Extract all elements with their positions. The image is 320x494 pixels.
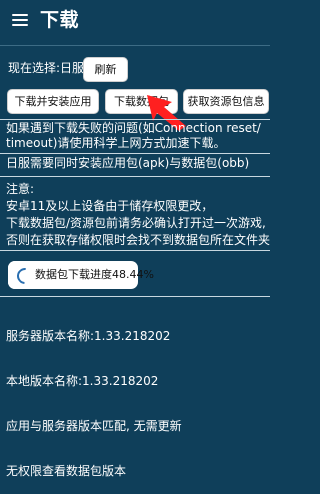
- notice-title: 注意:: [6, 182, 35, 196]
- notice-line: 安卓11及以上设备由于储存权限更改，: [6, 199, 214, 213]
- server-version: 服务器版本名称:1.33.218202: [6, 329, 171, 343]
- hamburger-menu-icon[interactable]: [12, 12, 28, 28]
- progress-label: 数据包下载进度48.44%: [35, 268, 154, 281]
- divider: [0, 153, 270, 154]
- divider: [0, 250, 270, 251]
- data-version-permission: 无权限查看数据包版本: [6, 464, 127, 478]
- download-install-button[interactable]: 下载并安装应用: [7, 89, 99, 114]
- install-requirement-tip: 日服需要同时安装应用包(apk)与数据包(obb): [6, 156, 250, 170]
- notice-line: 下载数据包/资源包前请务必确认打开过一次游戏,: [6, 216, 266, 230]
- current-server-label: 现在选择:日服: [8, 61, 85, 75]
- notice-block: 注意: 安卓11及以上设备由于储存权限更改， 下载数据包/资源包前请务必确认打开…: [6, 182, 271, 248]
- data-download-progress: 数据包下载进度48.44%: [8, 261, 154, 289]
- divider: [0, 119, 270, 120]
- local-version: 本地版本名称:1.33.218202: [6, 374, 159, 388]
- download-actions-row: 下载并安装应用 下载数据包 获取资源包信息: [7, 89, 270, 115]
- version-match-status: 应用与服务器版本匹配, 无需更新: [6, 419, 182, 433]
- download-failure-tip: 如果遇到下载失败的问题(如Connection reset/ timeout)请…: [6, 121, 261, 150]
- divider: [0, 296, 270, 297]
- divider: [0, 176, 270, 177]
- page-title: 下载: [40, 9, 80, 31]
- notice-line: 否则在获取存储权限时会找不到数据包所在文件夹: [6, 233, 271, 247]
- versions-block: 服务器版本名称:1.33.218202 本地版本名称:1.33.218202 应…: [6, 299, 268, 494]
- refresh-button[interactable]: 刷新: [83, 57, 128, 82]
- app-bar: 下载: [0, 0, 270, 46]
- selection-row: 现在选择:日服 刷新: [8, 57, 268, 83]
- get-resource-info-button[interactable]: 获取资源包信息: [183, 89, 269, 114]
